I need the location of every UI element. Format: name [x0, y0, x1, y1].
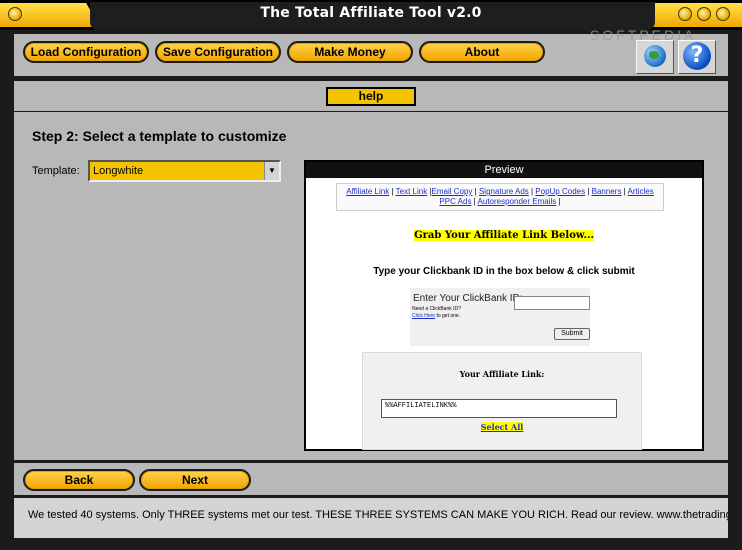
divider	[14, 77, 728, 79]
preview-link-affiliate[interactable]: Affiliate Link	[346, 187, 389, 196]
clickbank-need-text: Need a ClickBank ID?	[412, 306, 461, 312]
preview-panel: Preview Affiliate Link | Text Link |Emai…	[304, 160, 704, 451]
clickbank-form: Enter Your ClickBank ID: Need a ClickBan…	[410, 288, 590, 346]
help-tab[interactable]: help	[326, 87, 416, 106]
save-configuration-button[interactable]: Save Configuration	[155, 41, 281, 63]
website-button[interactable]	[636, 40, 674, 74]
preview-link-banners[interactable]: Banners	[592, 187, 622, 196]
clickbank-id-input[interactable]	[514, 296, 590, 310]
back-button[interactable]: Back	[23, 469, 135, 491]
preview-link-nav: Affiliate Link | Text Link |Email Copy |…	[336, 183, 664, 211]
chevron-down-icon[interactable]: ▼	[264, 162, 279, 180]
next-button[interactable]: Next	[139, 469, 251, 491]
close-button[interactable]	[716, 7, 730, 21]
about-button[interactable]: About	[419, 41, 545, 63]
preview-link-autoresponder[interactable]: Autoresponder Emails	[478, 197, 557, 206]
minimize-button[interactable]	[678, 7, 692, 21]
instructions-text: Type your Clickbank ID in the box below …	[373, 266, 635, 277]
step-title: Step 2: Select a template to customize	[32, 128, 287, 144]
clickbank-signup-line: Click Here to get one.	[412, 313, 460, 319]
preview-link-text[interactable]: Text Link	[396, 187, 428, 196]
window-title: The Total Affiliate Tool v2.0	[260, 5, 482, 21]
clickbank-signup-rest: to get one.	[435, 313, 461, 319]
template-select[interactable]: Longwhite ▼	[88, 160, 281, 182]
ad-ticker-text: We tested 40 systems. Only THREE systems…	[28, 509, 728, 521]
template-select-value: Longwhite	[93, 165, 144, 177]
affiliate-link-box: Your Affiliate Link: %%AFFILIATELINK%% S…	[362, 352, 642, 450]
globe-icon	[644, 45, 666, 67]
select-all-row: Select All	[363, 422, 641, 432]
grab-heading-text: Grab Your Affiliate Link Below...	[414, 230, 594, 241]
question-mark-icon: ?	[683, 42, 711, 70]
submit-button[interactable]: Submit	[554, 328, 590, 340]
globe-land-shape	[649, 51, 659, 59]
make-money-button[interactable]: Make Money	[287, 41, 413, 63]
ad-ticker[interactable]: We tested 40 systems. Only THREE systems…	[14, 498, 728, 538]
template-label: Template:	[32, 165, 80, 177]
load-configuration-button[interactable]: Load Configuration	[23, 41, 149, 63]
affiliate-link-title: Your Affiliate Link:	[459, 369, 545, 379]
affiliate-link-field[interactable]: %%AFFILIATELINK%%	[381, 399, 617, 418]
preview-link-email[interactable]: Email Copy	[432, 187, 473, 196]
preview-link-articles[interactable]: Articles	[628, 187, 654, 196]
preview-link-signature[interactable]: Signature Ads	[479, 187, 529, 196]
select-all-link[interactable]: Select All	[480, 422, 524, 432]
system-menu-icon[interactable]	[8, 7, 22, 21]
preview-header: Preview	[306, 162, 702, 178]
grab-heading: Grab Your Affiliate Link Below...	[306, 230, 702, 241]
maximize-button[interactable]	[697, 7, 711, 21]
help-button[interactable]: ?	[678, 40, 716, 74]
clickbank-signup-link[interactable]: Click Here	[412, 313, 435, 319]
preview-link-ppc[interactable]: PPC Ads	[439, 197, 471, 206]
preview-link-popup[interactable]: PopUp Codes	[535, 187, 585, 196]
clickbank-label: Enter Your ClickBank ID:	[413, 293, 523, 304]
